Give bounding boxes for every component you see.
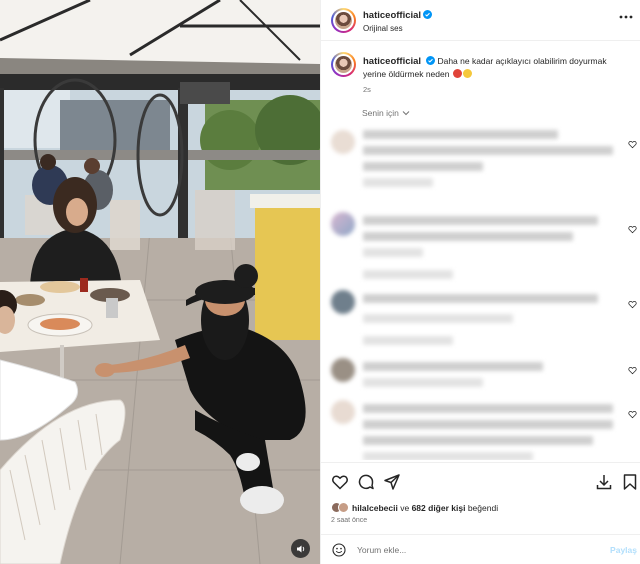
commenter-avatar [331, 212, 355, 236]
verified-badge-icon [426, 56, 436, 65]
audio-label[interactable]: Orijinal ses [363, 24, 403, 33]
commenter-avatar [331, 358, 355, 382]
post-actions-bar: hilalcebecii ve 682 diğer kişi beğendi 2… [321, 462, 640, 534]
commenter-avatar [331, 130, 355, 154]
commenter-avatar [331, 290, 355, 314]
instagram-post-viewer: haticeofficial Orijinal ses haticeoffici… [0, 0, 640, 564]
heart-icon[interactable] [331, 473, 349, 491]
chevron-down-icon [402, 111, 410, 116]
comment-like-icon[interactable] [628, 300, 637, 309]
liker-username[interactable]: hilalcebecii [352, 503, 398, 513]
liker-avatar [338, 502, 349, 513]
comment-like-icon[interactable] [628, 366, 637, 375]
share-icon[interactable] [383, 473, 401, 491]
more-options-icon[interactable] [619, 14, 633, 20]
verified-badge-icon [423, 10, 433, 19]
save-icon[interactable] [595, 473, 613, 491]
emoji-icon[interactable] [332, 543, 346, 557]
comment-like-icon[interactable] [628, 225, 637, 234]
angry-face-emoji-icon [452, 69, 462, 78]
caption-author-avatar[interactable] [331, 52, 356, 77]
post-header: haticeofficial Orijinal ses [321, 0, 640, 41]
caption-text: haticeofficial Daha ne kadar açıklayıcı … [363, 55, 625, 80]
comment-icon[interactable] [357, 473, 375, 491]
comment-composer: Paylaş [321, 534, 640, 564]
comment-input[interactable] [357, 541, 587, 559]
sad-face-emoji-icon [462, 69, 472, 78]
post-sidebar: haticeofficial Orijinal ses haticeoffici… [320, 0, 640, 564]
comment-like-icon[interactable] [628, 410, 637, 419]
comment-like-icon[interactable] [628, 140, 637, 149]
author-avatar[interactable] [331, 8, 356, 33]
post-timestamp: 2 saat önce [331, 517, 368, 524]
post-video[interactable] [0, 0, 320, 564]
commenter-avatar [331, 400, 355, 424]
comment-filter-dropdown[interactable]: Senin için [362, 108, 410, 118]
bookmark-icon[interactable] [621, 473, 639, 491]
caption-timestamp: 2s [363, 85, 371, 94]
likes-summary[interactable]: hilalcebecii ve 682 diğer kişi beğendi [331, 502, 498, 513]
speaker-icon [296, 545, 304, 552]
other-likers-count[interactable]: 682 diğer kişi [412, 503, 466, 513]
video-frame [0, 0, 320, 564]
mute-toggle-button[interactable] [291, 539, 310, 558]
comments-list[interactable] [321, 120, 640, 460]
post-comment-button[interactable]: Paylaş [610, 545, 637, 555]
author-username[interactable]: haticeofficial [363, 10, 433, 21]
caption-username[interactable]: haticeofficial [363, 56, 421, 67]
